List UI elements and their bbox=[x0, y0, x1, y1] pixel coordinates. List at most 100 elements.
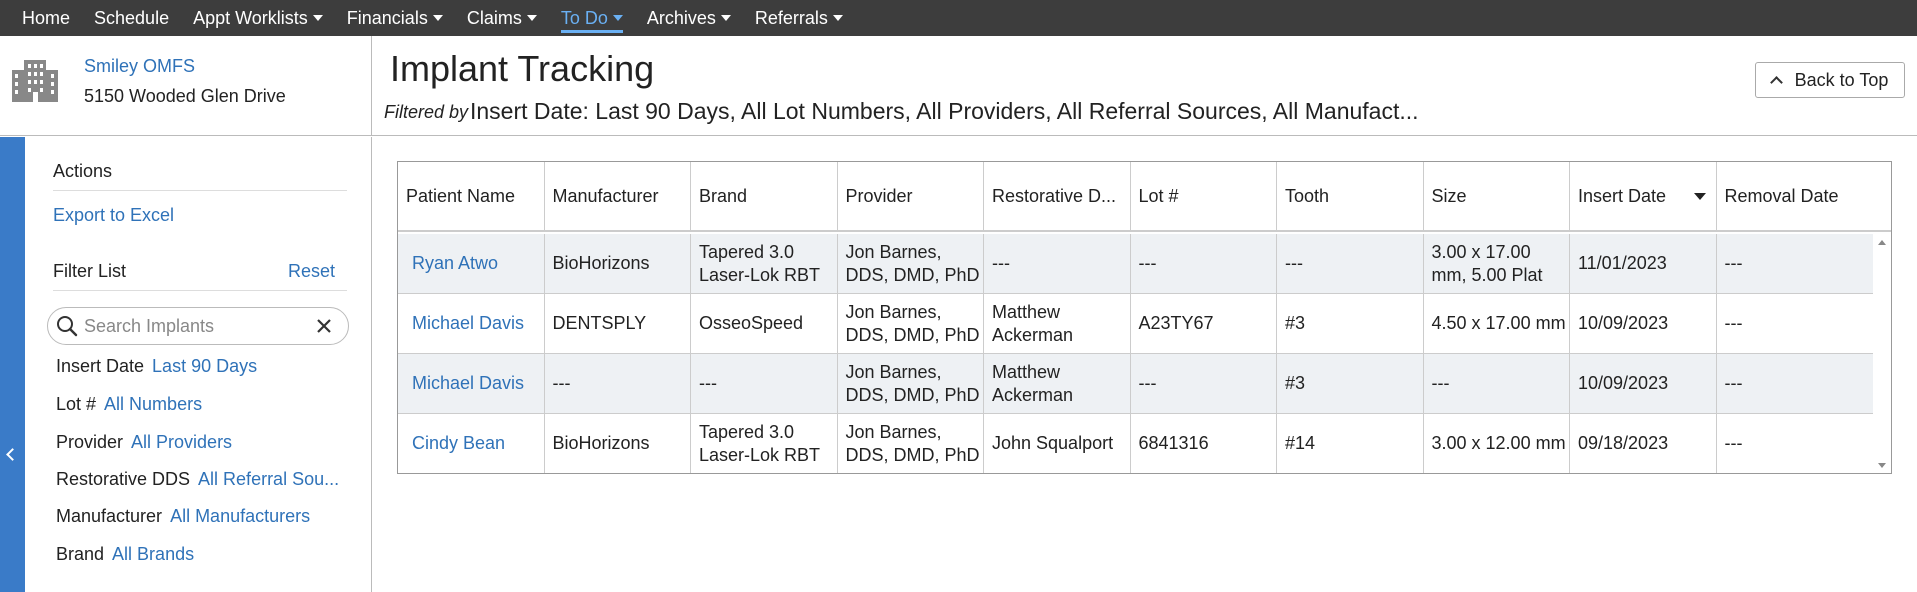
table-row[interactable]: Ryan Atwo BioHorizons Tapered 3.0 Laser-… bbox=[398, 234, 1873, 294]
nav-referrals[interactable]: Referrals bbox=[755, 0, 843, 36]
filter-lot-number: Lot # All Numbers bbox=[56, 394, 346, 415]
nav-schedule[interactable]: Schedule bbox=[94, 0, 169, 36]
table-cell: 11/01/2023 bbox=[1570, 234, 1717, 293]
filter-value-link[interactable]: All Referral Sou... bbox=[198, 469, 339, 489]
caret-down-icon bbox=[432, 15, 443, 21]
table-cell: #3 bbox=[1277, 354, 1424, 413]
table-cell: 4.50 x 17.00 mm bbox=[1424, 294, 1570, 353]
filtered-by-label: Filtered by bbox=[384, 102, 469, 122]
nav-label: Archives bbox=[646, 7, 716, 28]
table-cell: BioHorizons bbox=[545, 234, 691, 293]
caret-down-icon bbox=[612, 15, 623, 21]
table-row[interactable]: Michael Davis --- --- Jon Barnes, DDS, D… bbox=[398, 354, 1873, 414]
patient-name-link[interactable]: Michael Davis bbox=[398, 354, 545, 413]
sort-descending-icon bbox=[1693, 193, 1706, 200]
table-cell: BioHorizons bbox=[545, 414, 691, 473]
table-cell: --- bbox=[1724, 433, 1743, 453]
table-cell: --- bbox=[1424, 354, 1570, 413]
column-header-removal-date[interactable]: Removal Date bbox=[1717, 162, 1864, 230]
page-title: Implant Tracking bbox=[390, 48, 655, 89]
nav-financials[interactable]: Financials bbox=[347, 0, 443, 36]
export-to-excel-link[interactable]: Export to Excel bbox=[53, 205, 174, 226]
practice-header: Smiley OMFS 5150 Wooded Glen Drive bbox=[0, 36, 372, 136]
column-header-restorative-dds[interactable]: Restorative D... bbox=[984, 162, 1131, 230]
table-cell: OsseoSpeed bbox=[691, 294, 838, 353]
table-cell: #3 bbox=[1277, 294, 1424, 353]
nav-label: To Do bbox=[560, 7, 608, 28]
nav-label: Home bbox=[22, 7, 71, 28]
filter-label: Insert Date bbox=[56, 356, 145, 376]
column-header-brand[interactable]: Brand bbox=[691, 162, 838, 230]
patient-name-link[interactable]: Ryan Atwo bbox=[398, 234, 545, 293]
search-input[interactable] bbox=[84, 315, 314, 337]
filter-value-link[interactable]: All Providers bbox=[131, 432, 232, 452]
filter-provider: Provider All Providers bbox=[56, 432, 346, 453]
filter-value-link[interactable]: All Manufacturers bbox=[170, 506, 310, 526]
filter-label: Manufacturer bbox=[56, 506, 163, 526]
table-row[interactable]: Cindy Bean BioHorizons Tapered 3.0 Laser… bbox=[398, 414, 1873, 473]
table-cell: Tapered 3.0 Laser-Lok RBT bbox=[691, 414, 838, 473]
nav-claims[interactable]: Claims bbox=[467, 0, 537, 36]
column-header-label: Insert Date bbox=[1578, 185, 1667, 206]
table-cell: 3.00 x 12.00 mm bbox=[1424, 414, 1570, 473]
nav-appt-worklists[interactable]: Appt Worklists bbox=[193, 0, 323, 36]
implant-table: Patient Name Manufacturer Brand Provider… bbox=[397, 161, 1892, 474]
page-header: Implant Tracking Filtered by Insert Date… bbox=[372, 36, 1917, 136]
close-icon[interactable] bbox=[316, 318, 332, 334]
back-to-top-button[interactable]: Back to Top bbox=[1755, 62, 1905, 98]
search-icon bbox=[57, 316, 78, 337]
table-cell: --- bbox=[1131, 234, 1277, 293]
chevron-left-icon bbox=[6, 448, 19, 461]
column-header-patient-name[interactable]: Patient Name bbox=[398, 162, 545, 230]
scroll-up-icon[interactable] bbox=[1878, 240, 1886, 245]
filter-list-header: Filter List Reset bbox=[53, 261, 347, 291]
caret-down-icon bbox=[526, 15, 537, 21]
column-header-lot-number[interactable]: Lot # bbox=[1131, 162, 1277, 230]
table-cell: Jon Barnes, DDS, DMD, PhD bbox=[838, 414, 984, 473]
building-icon bbox=[12, 60, 58, 102]
scroll-down-icon[interactable] bbox=[1878, 463, 1886, 468]
filter-insert-date: Insert Date Last 90 Days bbox=[56, 356, 346, 377]
table-cell: --- bbox=[1277, 234, 1424, 293]
chevron-up-icon bbox=[1769, 76, 1783, 89]
column-header-manufacturer[interactable]: Manufacturer bbox=[545, 162, 691, 230]
filter-brand: Brand All Brands bbox=[56, 544, 346, 565]
table-row[interactable]: Michael Davis DENTSPLY OsseoSpeed Jon Ba… bbox=[398, 294, 1873, 354]
nav-label: Claims bbox=[466, 7, 522, 28]
nav-label: Appt Worklists bbox=[193, 7, 308, 28]
column-header-insert-date[interactable]: Insert Date bbox=[1570, 162, 1717, 230]
table-cell: --- bbox=[1724, 253, 1743, 273]
table-cell: Jon Barnes, DDS, DMD, PhD bbox=[838, 354, 984, 413]
nav-archives[interactable]: Archives bbox=[647, 0, 731, 36]
filter-value-link[interactable]: All Brands bbox=[112, 544, 194, 564]
nav-to-do[interactable]: To Do bbox=[560, 0, 623, 36]
table-cell: --- bbox=[1724, 373, 1743, 393]
filter-label: Restorative DDS bbox=[56, 469, 191, 489]
column-header-size[interactable]: Size bbox=[1424, 162, 1570, 230]
table-cell: --- bbox=[1724, 313, 1743, 333]
filter-value-link[interactable]: All Numbers bbox=[104, 394, 202, 414]
reset-link[interactable]: Reset bbox=[288, 261, 335, 282]
nav-label: Financials bbox=[346, 7, 428, 28]
sidebar-collapse-tab[interactable] bbox=[0, 137, 25, 592]
patient-name-link[interactable]: Michael Davis bbox=[398, 294, 545, 353]
filter-list-title: Filter List bbox=[53, 261, 127, 281]
actions-title: Actions bbox=[53, 161, 347, 191]
table-scrollbar[interactable] bbox=[1873, 234, 1891, 473]
filter-label: Provider bbox=[56, 432, 124, 452]
table-cell: 09/18/2023 bbox=[1570, 414, 1717, 473]
filter-value-link[interactable]: Last 90 Days bbox=[152, 356, 257, 376]
column-header-provider[interactable]: Provider bbox=[838, 162, 984, 230]
patient-name-link[interactable]: Cindy Bean bbox=[398, 414, 545, 473]
table-cell: 10/09/2023 bbox=[1570, 294, 1717, 353]
nav-home[interactable]: Home bbox=[22, 0, 70, 36]
nav-label: Schedule bbox=[94, 7, 170, 28]
caret-down-icon bbox=[312, 15, 323, 21]
nav-label: Referrals bbox=[754, 7, 828, 28]
table-cell: John Squalport bbox=[984, 414, 1131, 473]
table-cell: Jon Barnes, DDS, DMD, PhD bbox=[838, 294, 984, 353]
column-header-tooth[interactable]: Tooth bbox=[1277, 162, 1424, 230]
filter-manufacturer: Manufacturer All Manufacturers bbox=[56, 506, 346, 527]
table-body: Ryan Atwo BioHorizons Tapered 3.0 Laser-… bbox=[398, 234, 1873, 473]
practice-name[interactable]: Smiley OMFS bbox=[84, 56, 195, 77]
